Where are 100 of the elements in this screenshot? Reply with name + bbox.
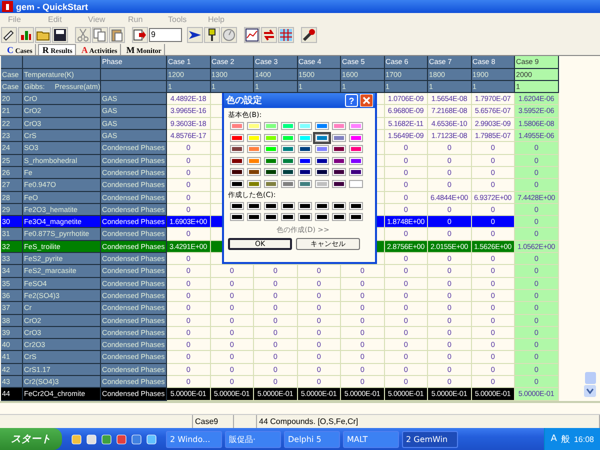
start-button[interactable]: スタート: [0, 428, 62, 450]
window-title: gem - QuickStart: [16, 2, 88, 12]
color-swatch[interactable]: [281, 180, 295, 188]
color-swatch[interactable]: [332, 122, 346, 130]
color-swatch[interactable]: [230, 202, 244, 210]
color-swatch[interactable]: [332, 213, 346, 222]
color-swatch[interactable]: [247, 145, 261, 154]
dialog-title: 色の設定: [226, 94, 263, 108]
color-swatch[interactable]: [349, 156, 363, 165]
color-swatch[interactable]: [247, 180, 261, 188]
color-swatch[interactable]: [298, 168, 312, 176]
color-swatch[interactable]: [332, 145, 346, 154]
color-swatch[interactable]: [298, 134, 312, 142]
pin-icon[interactable]: [204, 26, 220, 43]
color-swatch[interactable]: [264, 202, 278, 210]
color-swatch[interactable]: [281, 122, 295, 130]
color-swatch[interactable]: [264, 180, 278, 188]
quick-launch-icon[interactable]: [86, 434, 97, 445]
help-button[interactable]: ?: [345, 94, 358, 108]
color-swatch[interactable]: [281, 134, 295, 142]
color-swatch[interactable]: [298, 202, 312, 210]
color-swatch[interactable]: [247, 213, 261, 222]
color-swatch[interactable]: [264, 156, 278, 165]
scroll-thumb[interactable]: [585, 372, 596, 384]
color-swatch[interactable]: [349, 180, 363, 188]
export-icon[interactable]: [132, 26, 148, 43]
grid-icon[interactable]: [278, 26, 294, 43]
save-icon[interactable]: [52, 26, 68, 43]
swap-icon[interactable]: [261, 26, 277, 43]
color-swatch[interactable]: [332, 202, 346, 210]
color-swatch[interactable]: [230, 145, 244, 154]
color-swatch[interactable]: [349, 134, 363, 142]
quick-launch-icon[interactable]: [131, 434, 142, 445]
taskbar-button[interactable]: 販促品·: [225, 430, 281, 448]
color-swatch[interactable]: [349, 213, 363, 222]
color-swatch[interactable]: [264, 122, 278, 130]
color-swatch[interactable]: [264, 134, 278, 142]
color-swatch[interactable]: [315, 213, 329, 222]
color-swatch[interactable]: [247, 202, 261, 210]
color-swatch[interactable]: [230, 180, 244, 188]
color-swatch[interactable]: [349, 122, 363, 130]
tools-icon[interactable]: [301, 26, 317, 43]
input-field[interactable]: 9: [149, 28, 182, 42]
color-swatch[interactable]: [264, 145, 278, 154]
color-swatch[interactable]: [281, 145, 295, 154]
taskbar-button[interactable]: 2 Windo...: [166, 430, 222, 448]
color-swatch[interactable]: [230, 122, 244, 130]
cut-icon[interactable]: [75, 26, 91, 43]
copy-icon[interactable]: [92, 26, 108, 43]
pencil-icon[interactable]: [1, 26, 17, 43]
color-swatch[interactable]: [298, 122, 312, 130]
color-swatch[interactable]: [247, 122, 261, 130]
quick-launch-icon[interactable]: [101, 434, 112, 445]
color-swatch[interactable]: [315, 168, 329, 176]
color-swatch[interactable]: [332, 134, 346, 142]
ime-indicator[interactable]: 般: [560, 432, 570, 446]
color-swatch[interactable]: [247, 134, 261, 142]
color-swatch[interactable]: [332, 180, 346, 188]
color-swatch[interactable]: [315, 145, 329, 154]
color-swatch[interactable]: [298, 180, 312, 188]
color-swatch[interactable]: [264, 168, 278, 176]
field-value: 9: [151, 30, 156, 39]
clock: 16:08: [574, 434, 594, 444]
ime-indicator[interactable]: A: [550, 434, 557, 444]
quick-launch-icon[interactable]: [71, 434, 82, 445]
folder-icon[interactable]: [35, 26, 51, 43]
color-swatch[interactable]: [230, 156, 244, 165]
color-swatch[interactable]: [230, 168, 244, 176]
color-swatch[interactable]: [281, 213, 295, 222]
quick-launch-icon[interactable]: [116, 434, 127, 445]
taskbar-button[interactable]: Delphi 5: [284, 430, 340, 448]
color-swatch[interactable]: [349, 202, 363, 210]
color-swatch[interactable]: [281, 156, 295, 165]
chart-icon[interactable]: [18, 26, 34, 43]
color-swatch[interactable]: [247, 156, 261, 165]
color-swatch[interactable]: [315, 180, 329, 188]
color-swatch[interactable]: [264, 213, 278, 222]
quick-launch-icon[interactable]: [146, 434, 157, 445]
taskbar-button[interactable]: 2 GemWin: [402, 430, 458, 448]
color-swatch[interactable]: [315, 202, 329, 210]
color-swatch[interactable]: [281, 202, 295, 210]
color-swatch[interactable]: [332, 156, 346, 165]
color-swatch[interactable]: [315, 156, 329, 165]
scroll-down-icon[interactable]: [584, 384, 596, 397]
paste-icon[interactable]: [109, 26, 125, 43]
color-swatch[interactable]: [298, 156, 312, 165]
color-swatch[interactable]: [349, 145, 363, 154]
taskbar-button[interactable]: MALT: [343, 430, 399, 448]
color-swatch[interactable]: [315, 122, 329, 130]
color-swatch[interactable]: [332, 168, 346, 176]
close-icon[interactable]: [360, 94, 373, 108]
color-swatch[interactable]: [281, 168, 295, 176]
color-swatch[interactable]: [349, 168, 363, 176]
color-swatch[interactable]: [230, 134, 244, 142]
color-swatch[interactable]: [247, 168, 261, 176]
color-swatch[interactable]: [315, 134, 329, 142]
graph-icon[interactable]: [244, 26, 260, 43]
color-swatch[interactable]: [230, 213, 244, 222]
color-swatch[interactable]: [298, 145, 312, 154]
color-swatch[interactable]: [298, 213, 312, 222]
